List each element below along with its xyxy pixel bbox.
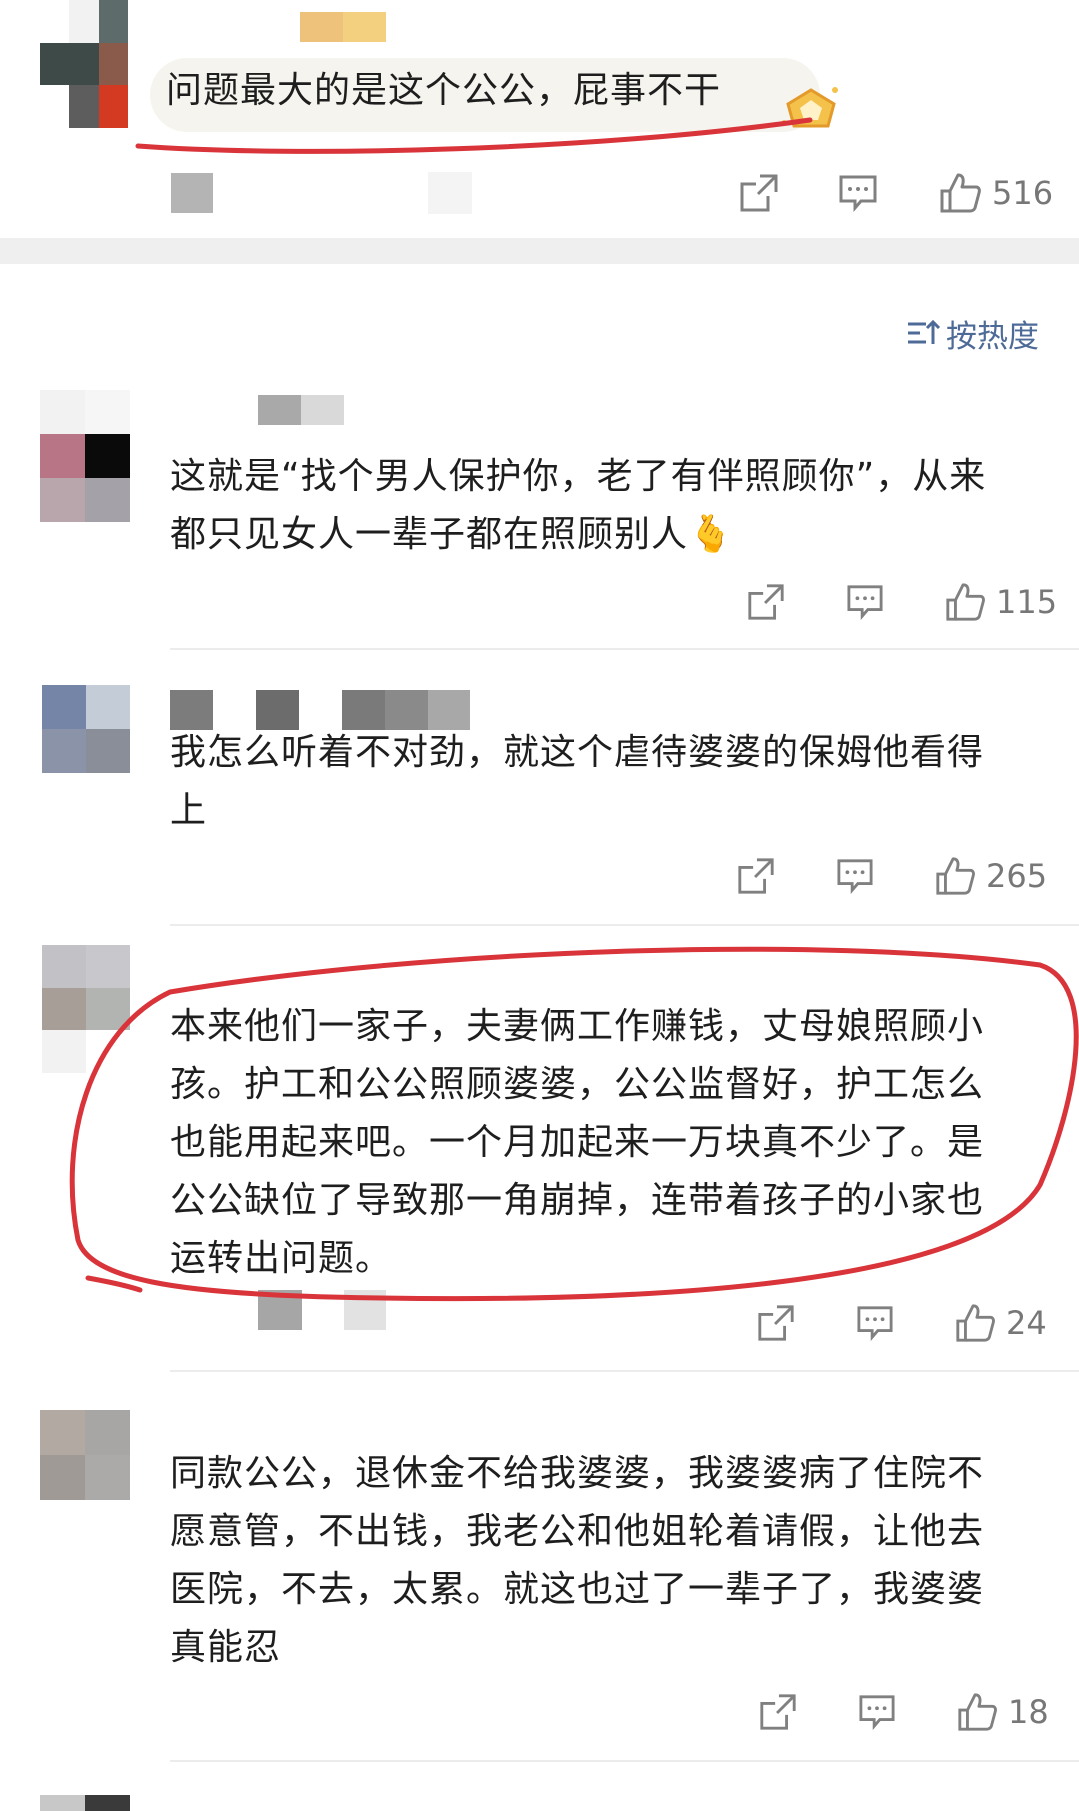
reply-button[interactable] xyxy=(846,574,884,630)
comment-icon xyxy=(847,585,883,620)
share-icon xyxy=(740,174,778,212)
share-button[interactable] xyxy=(736,848,776,904)
like-button[interactable]: 115 xyxy=(944,574,1057,630)
comment-icon xyxy=(859,1695,895,1730)
share-button[interactable] xyxy=(746,574,786,630)
comment-actions: 115 xyxy=(0,574,1079,630)
username-redacted[interactable] xyxy=(258,395,344,425)
reply-button[interactable] xyxy=(836,848,874,904)
comment-divider xyxy=(170,1370,1079,1372)
comment-text: 我怎么听着不对劲，就这个虐待婆婆的保姆他看得 上 xyxy=(170,732,985,831)
avatar[interactable] xyxy=(40,1795,130,1811)
avatar[interactable] xyxy=(42,945,130,1073)
share-icon xyxy=(760,1694,796,1730)
section-divider xyxy=(0,238,1079,264)
comment-actions: 265 xyxy=(0,848,1079,904)
like-count: 24 xyxy=(1006,1304,1047,1342)
comment-icon xyxy=(839,175,877,212)
comment-divider xyxy=(170,924,1079,926)
sort-label: 按热度 xyxy=(946,318,1039,355)
avatar[interactable] xyxy=(42,685,130,773)
comment-divider xyxy=(170,648,1079,650)
like-count: 18 xyxy=(1008,1693,1049,1731)
reply-button[interactable] xyxy=(858,1684,896,1740)
comment-actions: 18 xyxy=(0,1684,1079,1740)
comment-icon xyxy=(857,1306,893,1341)
comment-text: 本来他们一家子，夫妻俩工作赚钱，丈母娘照顾小 孩。护工和公公照顾婆婆，公公监督好… xyxy=(170,1006,985,1279)
like-button[interactable]: 18 xyxy=(956,1684,1049,1740)
share-icon xyxy=(748,584,784,620)
thumbs-up-icon xyxy=(936,857,975,895)
comment-divider xyxy=(170,1760,1079,1762)
avatar[interactable] xyxy=(40,0,128,128)
thumbs-up-icon xyxy=(956,1304,995,1342)
avatar[interactable] xyxy=(40,1410,130,1500)
like-count: 115 xyxy=(996,583,1058,621)
like-button[interactable]: 265 xyxy=(934,848,1047,904)
sort-toggle[interactable]: 按热度 xyxy=(906,313,1039,355)
thumbs-up-icon xyxy=(940,173,981,213)
share-button[interactable] xyxy=(756,1295,796,1351)
username-redacted[interactable] xyxy=(300,12,386,42)
reply-button[interactable] xyxy=(856,1295,894,1351)
share-button[interactable] xyxy=(738,165,780,221)
like-count: 265 xyxy=(986,857,1048,895)
avatar[interactable] xyxy=(40,390,130,522)
comment-text: 这就是“找个男人保护你，老了有伴照顾你”，从来 都只见女人一辈子都在照顾别人🫰 xyxy=(170,456,987,555)
thumbs-up-icon xyxy=(958,1693,997,1731)
sort-icon xyxy=(908,319,940,344)
share-icon xyxy=(738,858,774,894)
share-icon xyxy=(758,1305,794,1341)
thumbs-up-icon xyxy=(946,583,985,621)
like-count: 516 xyxy=(992,174,1054,212)
like-button[interactable]: 24 xyxy=(954,1295,1047,1351)
crown-badge-icon xyxy=(780,82,842,138)
comment-actions: 24 xyxy=(0,1295,1079,1351)
comment-text: 问题最大的是这个公公，屁事不干 xyxy=(166,70,722,111)
comment-actions: 516 xyxy=(0,165,1079,221)
reply-button[interactable] xyxy=(838,165,878,221)
share-button[interactable] xyxy=(758,1684,798,1740)
comment-text: 同款公公，退休金不给我婆婆，我婆婆病了住院不 愿意管，不出钱，我老公和他姐轮着请… xyxy=(170,1453,985,1668)
comment-icon xyxy=(837,859,873,894)
like-button[interactable]: 516 xyxy=(938,165,1053,221)
